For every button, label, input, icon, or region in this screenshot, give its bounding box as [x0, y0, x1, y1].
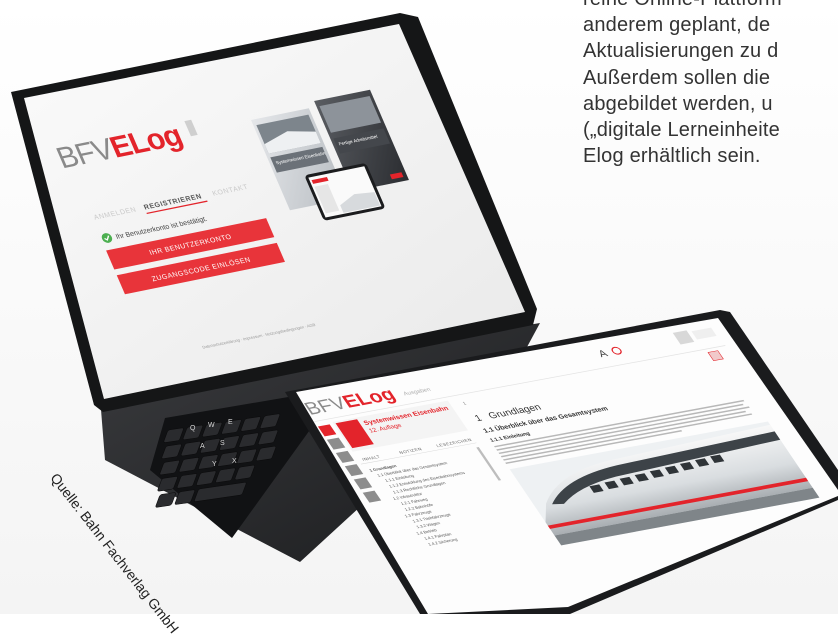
article-paragraph: reine Online-Plattform anderem geplant, … [583, 0, 838, 169]
article-line: Aktualisierungen zu d [583, 40, 779, 63]
article-line: abgebildet werden, u [583, 92, 773, 115]
svg-text:Y: Y [212, 461, 217, 468]
svg-text:Q: Q [190, 425, 196, 432]
article-line: anderem geplant, de [583, 14, 771, 37]
article-line: („digitale Lerneinheite [583, 119, 780, 142]
svg-text:X: X [232, 458, 237, 465]
svg-text:A: A [200, 443, 205, 450]
article-line: Außerdem sollen die [583, 66, 771, 89]
article-line: reine Online-Plattform [583, 0, 838, 12]
svg-text:S: S [220, 440, 225, 447]
article-line: Elog erhältlich sein. [583, 145, 761, 168]
svg-text:W: W [208, 422, 215, 429]
svg-text:E: E [228, 419, 233, 426]
